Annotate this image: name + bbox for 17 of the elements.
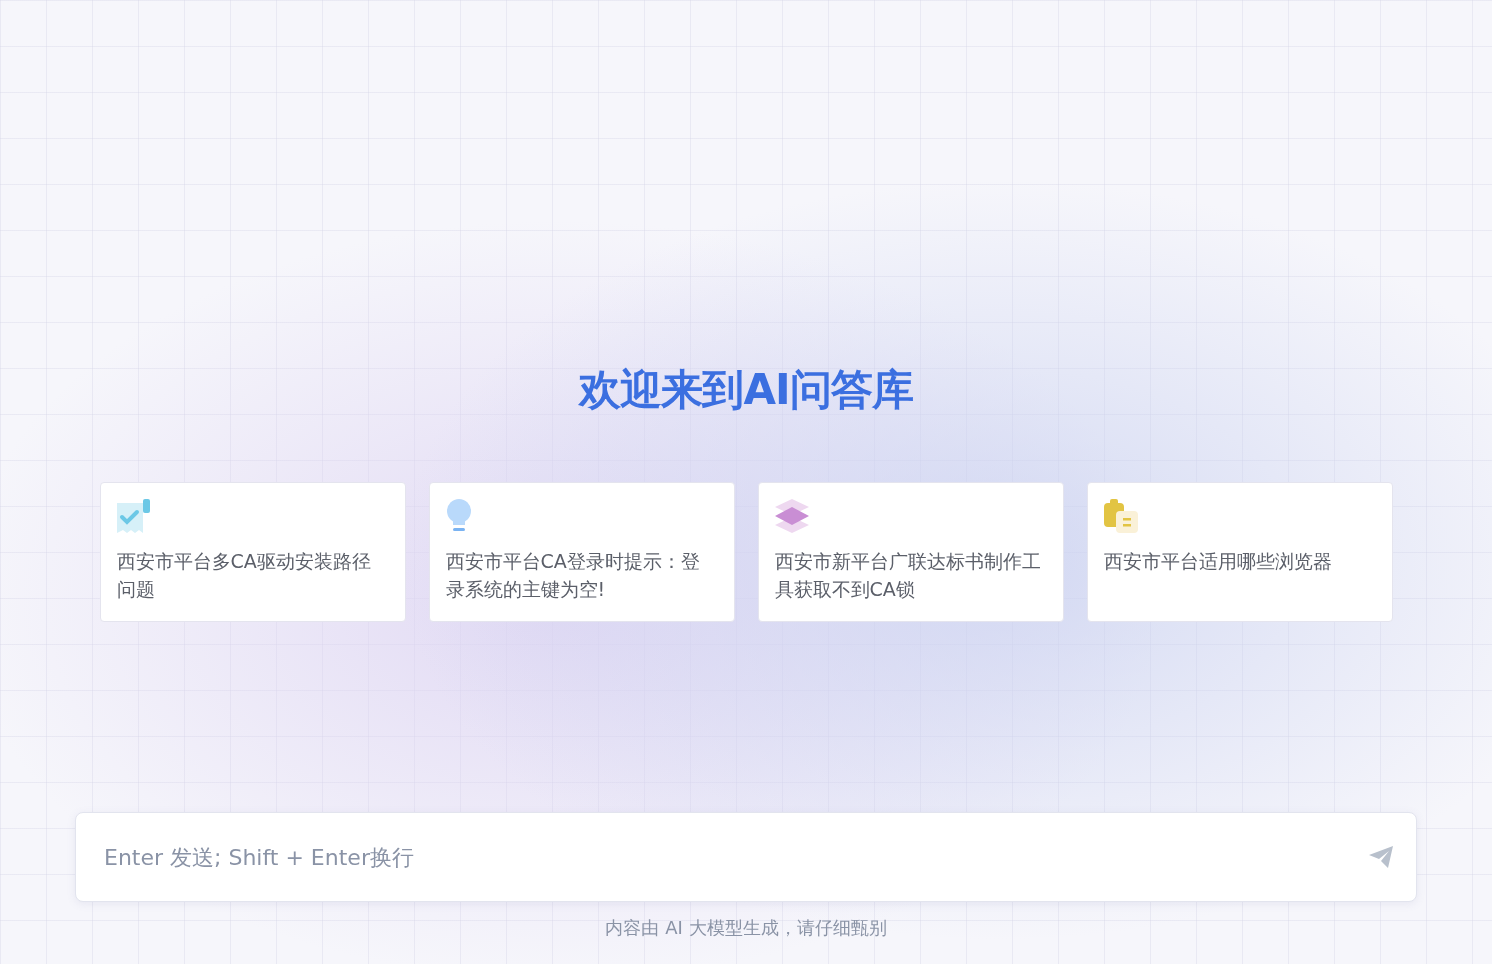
lightbulb-icon [445,499,472,533]
clipboard-icon [1103,499,1138,533]
suggestion-card[interactable]: 西安市平台适用哪些浏览器 [1086,482,1393,622]
suggestion-text: 西安市平台多CA驱动安装路径问题 [116,549,372,602]
suggestion-card[interactable]: 西安市平台多CA驱动安装路径问题 [99,482,406,622]
suggestion-card[interactable]: 西安市平台CA登录时提示：登录系统的主键为空! [428,482,735,622]
suggestion-text: 西安市平台CA登录时提示：登录系统的主键为空! [445,549,701,602]
disclaimer-text: 内容由 AI 大模型生成，请仔细甄别 [605,916,887,940]
suggestion-text: 西安市平台适用哪些浏览器 [1103,549,1333,574]
welcome-title: 欢迎来到AI问答库 [579,364,913,416]
send-icon [1369,846,1393,868]
send-button[interactable] [1369,846,1393,868]
layers-icon [774,499,809,533]
suggestion-text: 西安市新平台广联达标书制作工具获取不到CA锁 [774,549,1042,602]
checked-receipt-icon [116,499,151,533]
message-input[interactable]: Enter 发送; Shift + Enter换行 [75,812,1417,902]
suggestion-card[interactable]: 西安市新平台广联达标书制作工具获取不到CA锁 [757,482,1064,622]
